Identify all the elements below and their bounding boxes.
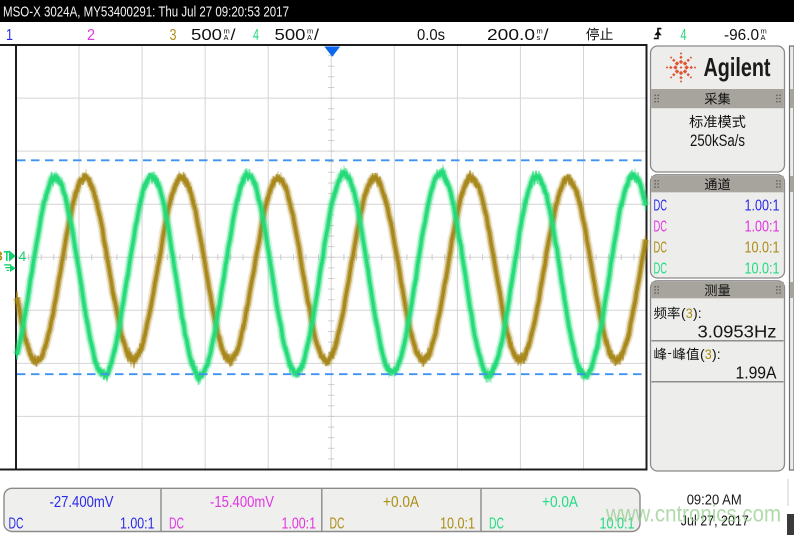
svg-text:3: 3 <box>705 346 712 362</box>
svg-text:s: s <box>537 33 541 42</box>
svg-text:DC: DC <box>489 515 504 532</box>
svg-text:+0.0A: +0.0A <box>383 494 419 511</box>
svg-text::: : <box>717 346 721 362</box>
svg-text:0.0s: 0.0s <box>417 27 445 44</box>
svg-text:2: 2 <box>87 27 95 44</box>
svg-text:Agilent: Agilent <box>704 52 771 82</box>
svg-text:3.0953Hz: 3.0953Hz <box>698 322 777 342</box>
svg-text:A: A <box>307 33 312 42</box>
svg-text:10.0:1: 10.0:1 <box>745 239 780 256</box>
svg-text:-: - <box>668 345 672 360</box>
svg-text:DC: DC <box>654 260 668 277</box>
svg-text:250kSa/s: 250kSa/s <box>690 131 745 150</box>
svg-text:/: / <box>314 27 320 44</box>
svg-text:DC: DC <box>654 239 668 256</box>
svg-text:4: 4 <box>19 248 27 264</box>
svg-text:/: / <box>231 27 237 44</box>
svg-text:1.00:1: 1.00:1 <box>745 197 780 214</box>
svg-text:DC: DC <box>169 515 184 532</box>
svg-text:200.0: 200.0 <box>487 27 535 44</box>
svg-text:1: 1 <box>6 27 13 44</box>
svg-text:/: / <box>544 27 550 44</box>
svg-text:DC: DC <box>9 515 24 532</box>
svg-text:3: 3 <box>170 27 177 44</box>
svg-text:A: A <box>761 33 766 42</box>
svg-text:-96.0: -96.0 <box>724 27 759 44</box>
svg-text:4: 4 <box>681 27 687 44</box>
svg-text:500: 500 <box>191 27 222 44</box>
svg-text:-27.400mV: -27.400mV <box>50 494 114 511</box>
svg-text:10.0:1: 10.0:1 <box>745 260 780 277</box>
svg-text:1.99A: 1.99A <box>736 363 777 383</box>
svg-text:3: 3 <box>686 305 693 321</box>
svg-text:-15.400mV: -15.400mV <box>210 494 274 511</box>
svg-text:3: 3 <box>0 249 3 264</box>
svg-text:4: 4 <box>253 27 259 44</box>
svg-text:www.cntronics.com: www.cntronics.com <box>605 501 781 527</box>
svg-text:DC: DC <box>330 515 345 532</box>
svg-text:A: A <box>224 33 229 42</box>
svg-text:10.0:1: 10.0:1 <box>440 515 475 532</box>
svg-text:+0.0A: +0.0A <box>542 494 578 511</box>
svg-text:1.00:1: 1.00:1 <box>745 218 780 235</box>
svg-text:MSO-X 3024A, MY53400291: Thu J: MSO-X 3024A, MY53400291: Thu Jul 27 09:2… <box>3 4 289 21</box>
svg-text:DC: DC <box>654 197 668 214</box>
svg-text::: : <box>698 305 702 321</box>
svg-text:DC: DC <box>654 218 668 235</box>
svg-text:500: 500 <box>275 27 306 44</box>
svg-text:1.00:1: 1.00:1 <box>282 515 317 532</box>
svg-text:1.00:1: 1.00:1 <box>120 515 155 532</box>
